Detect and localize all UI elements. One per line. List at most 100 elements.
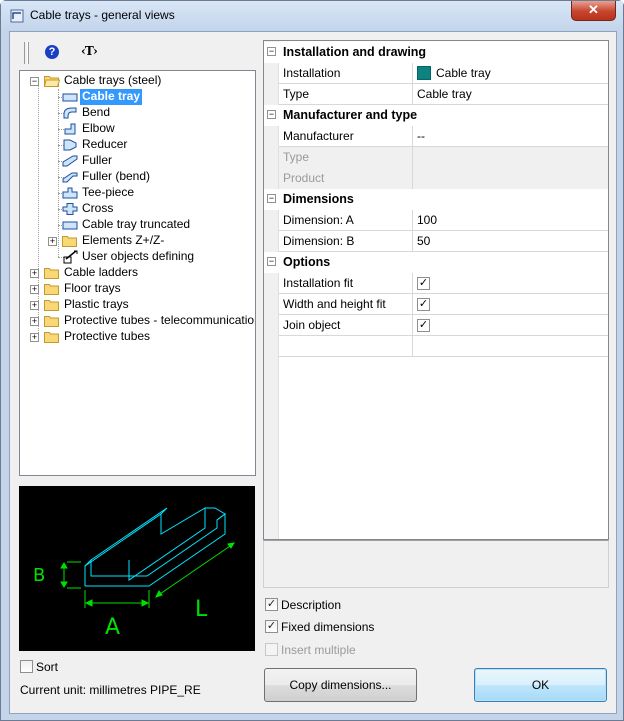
expand-icon[interactable]: +	[30, 317, 39, 326]
property-value-installation[interactable]: Cable tray	[413, 63, 608, 84]
elbow-icon	[64, 123, 76, 135]
collapse-icon[interactable]: −	[267, 194, 276, 203]
tree-node-cross[interactable]: Cross	[20, 201, 255, 217]
collapse-icon[interactable]: −	[30, 77, 39, 86]
tree-node-label: Fuller	[82, 153, 113, 167]
property-row-installation-fit[interactable]: Installation fit ✓	[279, 273, 608, 294]
tree-node-user-objects[interactable]: User objects defining	[20, 249, 255, 265]
expand-icon[interactable]: +	[30, 301, 39, 310]
tree-node-label: Plastic trays	[64, 297, 129, 311]
close-button[interactable]: ✕	[571, 1, 616, 21]
description-label: Description	[281, 598, 342, 612]
tree-node-tee-piece[interactable]: Tee-piece	[20, 185, 255, 201]
tray-wall-left	[90, 507, 168, 561]
fixed-dimensions-label: Fixed dimensions	[281, 620, 375, 634]
property-value[interactable]	[413, 336, 608, 357]
property-name: Manufacturer	[279, 126, 413, 147]
ok-button[interactable]: OK	[474, 668, 607, 702]
property-row-width-height-fit[interactable]: Width and height fit ✓	[279, 294, 608, 315]
tree-node-protective-tubes[interactable]: + Protective tubes	[20, 329, 255, 345]
tree-node-bend[interactable]: Bend	[20, 105, 255, 121]
tree-node-protective-tubes-telecom[interactable]: + Protective tubes - telecommunications	[20, 313, 255, 329]
label-a: A	[105, 615, 120, 640]
tree-node-label: Elements Z+/Z-	[82, 233, 165, 247]
property-value[interactable]: ✓	[413, 294, 608, 315]
tree-node-cable-ladders[interactable]: + Cable ladders	[20, 265, 255, 281]
section-installation-drawing[interactable]: − Installation and drawing	[264, 42, 608, 63]
tree-node-label: Bend	[82, 105, 111, 119]
property-value[interactable]: 50	[413, 231, 608, 252]
property-name: Dimension: B	[279, 231, 413, 252]
property-row-empty[interactable]	[279, 336, 608, 357]
label-b: B	[33, 565, 45, 586]
tree-node-plastic-trays[interactable]: + Plastic trays	[20, 297, 255, 313]
description-checkbox[interactable]: ✓	[265, 598, 278, 611]
property-row-dimension-b[interactable]: Dimension: B 50	[279, 231, 608, 252]
folder-icon	[44, 268, 59, 279]
property-row-product-disabled: Product	[279, 168, 608, 189]
property-value[interactable]: --	[413, 126, 608, 147]
tree-node-label: Cable ladders	[64, 265, 139, 279]
expand-icon[interactable]: +	[48, 237, 57, 246]
fuller-icon	[62, 155, 78, 167]
expand-icon[interactable]: +	[30, 285, 39, 294]
help-icon[interactable]: ?	[45, 45, 59, 59]
property-row-type[interactable]: Type Cable tray	[279, 84, 608, 105]
cross-icon	[62, 203, 78, 215]
section-options[interactable]: − Options	[264, 252, 608, 273]
category-tree[interactable]: − Cable trays (steel) Cable tray Bend El…	[19, 70, 256, 476]
toolbar-grip-line	[28, 42, 30, 64]
reducer-icon	[63, 139, 77, 151]
tree-node-cable-tray-truncated[interactable]: Cable tray truncated	[20, 217, 255, 233]
collapse-icon[interactable]: −	[267, 47, 276, 56]
width-height-fit-checkbox[interactable]: ✓	[417, 298, 430, 311]
tree-node-label: Cable tray truncated	[82, 217, 191, 231]
property-row-type-disabled: Type	[279, 147, 608, 168]
title-bar[interactable]: Cable trays - general views ✕	[1, 1, 623, 31]
dimension-b-line	[63, 561, 81, 589]
tree-node-elements-z[interactable]: + Elements Z+/Z-	[20, 233, 255, 249]
fixed-dimensions-checkbox[interactable]: ✓	[265, 620, 278, 633]
copy-dimensions-button[interactable]: Copy dimensions...	[264, 668, 417, 702]
tree-node-label: Cable tray	[80, 89, 143, 105]
folder-icon	[62, 236, 77, 247]
property-value[interactable]: ✓	[413, 315, 608, 336]
property-row-dimension-a[interactable]: Dimension: A 100	[279, 210, 608, 231]
property-value[interactable]: 100	[413, 210, 608, 231]
text-tag-icon[interactable]: ‹T›	[81, 44, 98, 58]
section-dimensions[interactable]: − Dimensions	[264, 189, 608, 210]
property-value[interactable]: ✓	[413, 273, 608, 294]
tree-node-elbow[interactable]: Elbow	[20, 121, 255, 137]
property-value	[413, 168, 608, 189]
property-grid[interactable]: − Installation and drawing Installation …	[263, 40, 609, 540]
tree-node-reducer[interactable]: Reducer	[20, 137, 255, 153]
expand-icon[interactable]: +	[30, 269, 39, 278]
folder-icon	[44, 316, 59, 327]
cable-tray-truncated-icon	[62, 221, 78, 230]
property-row-installation[interactable]: Installation Cable tray	[279, 63, 608, 84]
property-value[interactable]: Cable tray	[413, 84, 608, 105]
installation-fit-checkbox[interactable]: ✓	[417, 277, 430, 290]
sort-checkbox[interactable]	[20, 660, 33, 673]
collapse-icon[interactable]: −	[267, 257, 276, 266]
property-row-join-object[interactable]: Join object ✓	[279, 315, 608, 336]
tree-node-cable-tray[interactable]: Cable tray	[20, 89, 255, 105]
property-row-manufacturer[interactable]: Manufacturer --	[279, 126, 608, 147]
join-object-checkbox[interactable]: ✓	[417, 319, 430, 332]
collapse-icon[interactable]: −	[267, 110, 276, 119]
tree-node-floor-trays[interactable]: + Floor trays	[20, 281, 255, 297]
tree-node-label: Protective tubes	[64, 329, 151, 343]
expand-icon[interactable]: +	[30, 333, 39, 342]
folder-icon	[44, 284, 59, 295]
property-description-panel	[263, 540, 609, 588]
section-title: Installation and drawing	[283, 45, 427, 59]
tree-node-label: Cross	[82, 201, 114, 215]
folder-icon	[44, 332, 59, 343]
tree-node-fuller-bend[interactable]: Fuller (bend)	[20, 169, 255, 185]
tree-node-cable-trays-steel[interactable]: − Cable trays (steel)	[20, 73, 255, 89]
tree-node-label: Protective tubes - telecommunications	[64, 313, 256, 327]
property-name: Type	[279, 84, 413, 105]
tree-node-fuller[interactable]: Fuller	[20, 153, 255, 169]
section-manufacturer-type[interactable]: − Manufacturer and type	[264, 105, 608, 126]
property-name: Dimension: A	[279, 210, 413, 231]
